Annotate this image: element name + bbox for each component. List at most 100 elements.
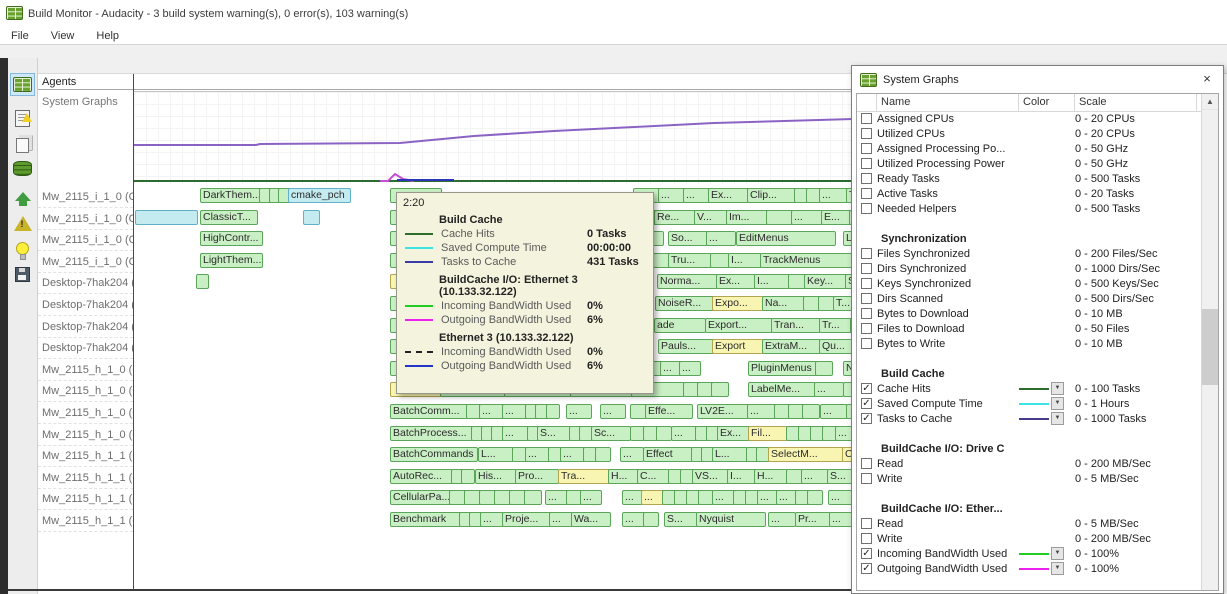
timeline-block[interactable]: ... (814, 382, 844, 397)
timeline-block[interactable]: ... (828, 490, 853, 505)
timeline-block[interactable]: ... (502, 426, 530, 441)
timeline-block[interactable]: NoiseR... (655, 296, 715, 311)
timeline-block[interactable]: EditMenus (736, 231, 836, 246)
agent-row-label[interactable]: Mw_2115_i_1_0 (Co (38, 209, 133, 230)
menu-file[interactable]: File (0, 30, 40, 42)
graph-checkbox[interactable] (861, 143, 872, 154)
agent-row-label[interactable]: Mw_2115_h_1_0 (C (38, 425, 133, 446)
timeline-block[interactable]: Pauls... (658, 339, 715, 354)
timeline-block[interactable]: Benchmark (390, 512, 462, 527)
timeline-block[interactable]: ... (820, 404, 848, 419)
timeline-block[interactable]: ... (480, 512, 504, 527)
graph-item-name[interactable]: Tasks to Cache (877, 413, 1019, 425)
timeline-block[interactable]: ... (679, 361, 701, 376)
timeline-block[interactable]: ... (706, 231, 736, 246)
timeline-block[interactable]: DarkThem... (200, 188, 263, 203)
timeline-block[interactable]: V... (694, 210, 728, 225)
timeline-block[interactable]: Effect (643, 447, 693, 462)
graph-checkbox[interactable] (861, 323, 872, 334)
scroll-up-icon[interactable]: ▲ (1202, 94, 1218, 110)
timeline-block[interactable]: LabelMe... (748, 382, 816, 397)
timeline-block[interactable]: Clip... (747, 188, 797, 203)
timeline-block[interactable]: Sc... (591, 426, 631, 441)
graph-item-name[interactable]: Dirs Scanned (877, 293, 1019, 305)
timeline-block[interactable]: ... (580, 490, 602, 505)
graph-checkbox[interactable]: ✓ (861, 548, 872, 559)
timeline-block[interactable]: ... (600, 404, 626, 419)
graph-item-name[interactable]: Files to Download (877, 323, 1019, 335)
graph-checkbox[interactable] (861, 128, 872, 139)
scrollbar-thumb[interactable] (1202, 309, 1218, 385)
timeline-block[interactable]: ... (658, 188, 686, 203)
timeline-block[interactable]: Pr... (795, 512, 831, 527)
timeline-block[interactable]: H... (754, 469, 788, 484)
graph-item-name[interactable]: Saved Compute Time (877, 398, 1019, 410)
timeline-block[interactable]: Tran... (771, 318, 821, 333)
timeline-block[interactable]: PluginMenus (748, 361, 818, 376)
timeline-block[interactable]: Tr... (819, 318, 853, 333)
graph-item-name[interactable]: Ready Tasks (877, 173, 1019, 185)
graph-item-name[interactable]: Outgoing BandWidth Used (877, 563, 1019, 575)
graph-checkbox[interactable] (861, 338, 872, 349)
timeline-block[interactable]: ... (671, 426, 698, 441)
timeline-block[interactable]: Effe... (645, 404, 693, 419)
timeline-block[interactable]: S... (664, 512, 698, 527)
timeline-block[interactable]: HighContr... (200, 231, 263, 246)
graph-item-name[interactable]: Active Tasks (877, 188, 1019, 200)
close-icon[interactable]: × (1199, 71, 1215, 87)
timeline-block[interactable]: So... (668, 231, 708, 246)
timeline-block[interactable]: H... (608, 469, 640, 484)
timeline-block[interactable] (815, 361, 833, 376)
graph-item-name[interactable]: Assigned Processing Po... (877, 143, 1019, 155)
graph-item-name[interactable]: Read (877, 518, 1019, 530)
agent-row-label[interactable]: Mw_2115_h_1_1 (C (38, 468, 133, 489)
timeline-block[interactable] (196, 274, 209, 289)
timeline-block[interactable]: CellularPa... (390, 490, 452, 505)
graph-item-name[interactable]: Incoming BandWidth Used (877, 548, 1019, 560)
timeline-block[interactable]: BatchComm... (390, 404, 468, 419)
graph-item-name[interactable]: Utilized Processing Power (877, 158, 1019, 170)
graph-item-name[interactable]: Assigned CPUs (877, 113, 1019, 125)
agent-row-label[interactable]: Desktop-7hak204 (C (38, 273, 133, 294)
timeline-block[interactable]: Proje... (502, 512, 552, 527)
timeline-block[interactable]: I... (727, 469, 757, 484)
graph-item-name[interactable]: Keys Synchronized (877, 278, 1019, 290)
graph-item-name[interactable]: Write (877, 473, 1019, 485)
build-cache-icon[interactable] (10, 157, 35, 180)
progress-bricks-icon[interactable] (10, 73, 35, 96)
timeline-block[interactable] (711, 382, 729, 397)
timeline-block[interactable]: L... (478, 447, 514, 462)
timeline-block[interactable]: ... (819, 188, 849, 203)
timeline-block[interactable] (710, 253, 730, 268)
timeline-block[interactable]: TrackMenus (760, 253, 853, 268)
agent-row-label[interactable]: Mw_2115_h_1_1 (C (38, 489, 133, 510)
timeline-block[interactable]: BatchProcess... (390, 426, 474, 441)
timeline-block[interactable]: S... (537, 426, 571, 441)
timeline-block[interactable]: ... (683, 188, 711, 203)
timeline-block[interactable] (656, 426, 672, 441)
graph-item-name[interactable]: Read (877, 458, 1019, 470)
agent-row-label[interactable]: Mw_2115_h_1_0 (C (38, 403, 133, 424)
graph-checkbox[interactable] (861, 158, 872, 169)
color-dropdown-icon[interactable]: ▼ (1051, 397, 1064, 410)
color-dropdown-icon[interactable]: ▼ (1051, 562, 1064, 575)
menu-help[interactable]: Help (85, 30, 130, 42)
agent-row-label[interactable]: Mw_2115_i_1_0 (Co (38, 187, 133, 208)
agent-row-label[interactable]: Mw_2115_h_1_0 (C (38, 360, 133, 381)
graph-checkbox[interactable]: ✓ (861, 398, 872, 409)
save-icon[interactable] (10, 263, 35, 286)
timeline-block[interactable]: Na... (762, 296, 806, 311)
timeline-block[interactable]: Pro... (515, 469, 559, 484)
timeline-block[interactable] (802, 404, 820, 419)
timeline-block[interactable]: S... (827, 469, 853, 484)
timeline-block[interactable]: Ex... (708, 188, 750, 203)
timeline-block[interactable]: LightThem... (200, 253, 263, 268)
color-dropdown-icon[interactable]: ▼ (1051, 382, 1064, 395)
timeline-block[interactable]: I... (728, 253, 762, 268)
graph-checkbox[interactable] (861, 293, 872, 304)
timeline-block[interactable]: Wa... (571, 512, 611, 527)
build-messages-icon[interactable] (10, 107, 35, 130)
graph-item-name[interactable]: Bytes to Write (877, 338, 1019, 350)
timeline-block[interactable]: Qu... (819, 339, 853, 354)
agent-row-label[interactable]: Mw_2115_i_1_0 (Co (38, 252, 133, 273)
